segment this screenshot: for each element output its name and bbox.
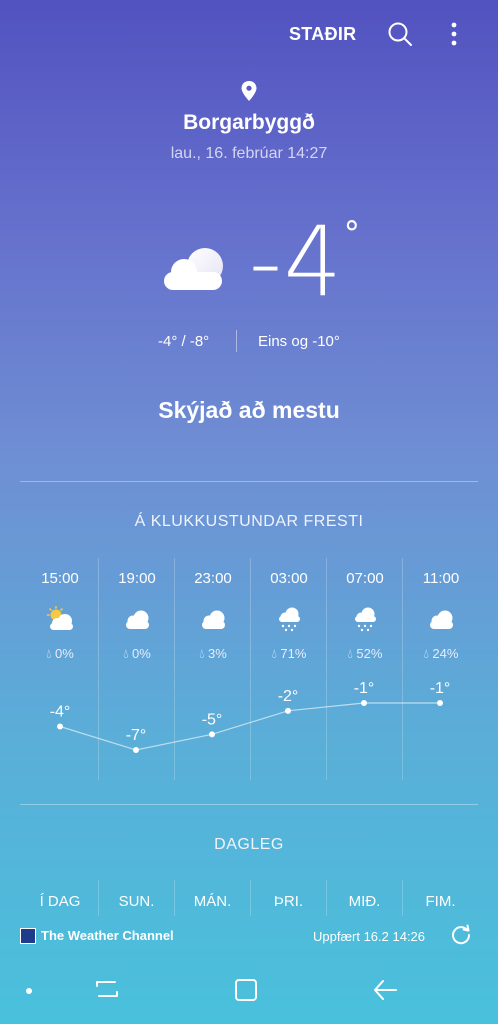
temperature-label: -5° — [202, 711, 223, 728]
cloud-icon — [164, 248, 223, 290]
day-item[interactable]: MÁN. — [174, 880, 250, 916]
cloud-icon — [430, 610, 453, 629]
temperature-label: -1° — [354, 680, 375, 697]
day-item[interactable]: SUN. — [98, 880, 174, 916]
more-vert-icon[interactable] — [444, 20, 464, 48]
hourly-time: 11:00 — [422, 570, 460, 587]
app-bar: STAÐIR — [0, 0, 498, 66]
nav-dot-icon[interactable] — [26, 988, 32, 994]
feels-like: Eins og -10° — [258, 333, 340, 350]
day-item[interactable]: MIÐ. — [326, 880, 402, 916]
temperature-point — [285, 707, 291, 714]
cloud-icon — [202, 610, 225, 629]
recent-apps-icon[interactable] — [94, 976, 120, 1002]
places-button[interactable]: STAÐIR — [289, 24, 356, 45]
hourly-title: Á KLUKKUSTUNDAR FRESTI — [134, 513, 364, 530]
temperature-label: -7° — [126, 727, 147, 744]
hourly-time: 07:00 — [346, 570, 384, 587]
temperature-point — [57, 723, 63, 730]
hourly-time: 03:00 — [270, 570, 308, 587]
weather-channel-logo[interactable] — [20, 928, 36, 944]
precip-chance: 💧︎ 0% — [46, 646, 74, 661]
precip-chance: 💧︎ 52% — [347, 646, 383, 661]
degree-symbol: ° — [343, 214, 362, 254]
daily-forecast[interactable]: Í DAG SUN. MÁN. ÞRI. MIÐ. FIM. — [22, 880, 476, 916]
temperature-label: -1° — [430, 680, 451, 697]
current-temp-value: -4 — [248, 206, 344, 318]
precip-value: 71% — [280, 646, 307, 661]
temperature-point — [437, 700, 443, 706]
hourly-time: 19:00 — [118, 570, 156, 587]
precip-chance: 💧︎ 71% — [271, 646, 307, 661]
divider — [20, 481, 478, 482]
precip-chance: 💧︎ 24% — [423, 646, 459, 661]
temperature-point — [133, 747, 139, 753]
temperature-line — [59, 702, 440, 751]
refresh-icon[interactable] — [450, 924, 472, 946]
hourly-temperature-graph: -4° -7° -5° -2° -1° -1° — [50, 680, 451, 753]
navigation-bar — [0, 956, 498, 1024]
temperature-label: -4° — [50, 704, 71, 721]
date-time: lau., 16. febrúar 14:27 — [170, 145, 328, 162]
back-icon[interactable] — [372, 978, 398, 1002]
current-temperature: -4° — [249, 214, 362, 310]
separator — [236, 330, 237, 352]
precip-value: 3% — [208, 646, 227, 661]
precip-value: 52% — [356, 646, 383, 661]
temperature-point — [361, 700, 367, 706]
partly-sunny-icon — [46, 606, 73, 630]
weather-condition: Skýjað að mestu — [158, 397, 340, 423]
temperature-point — [209, 731, 215, 738]
precip-chance: 💧︎ 3% — [199, 646, 227, 661]
precip-value: 24% — [432, 646, 459, 661]
location-name[interactable]: Borgarbyggð — [0, 111, 498, 135]
high-low-temps: -4° / -8° — [158, 333, 210, 350]
day-item[interactable]: Í DAG — [22, 880, 98, 916]
cloud-icon — [126, 610, 149, 629]
footer: The Weather Channel Uppfært 16.2 14:26 — [0, 920, 498, 956]
location-pin-icon — [241, 81, 257, 101]
snow-icon — [279, 607, 300, 632]
daily-title: DAGLEG — [214, 836, 284, 853]
divider — [20, 804, 478, 805]
hourly-time: 23:00 — [194, 570, 232, 587]
day-item[interactable]: ÞRI. — [250, 880, 326, 916]
hourly-time: 15:00 — [41, 570, 79, 587]
temperature-label: -2° — [278, 688, 299, 705]
updated-time: Uppfært 16.2 14:26 — [313, 929, 426, 944]
precip-value: 0% — [55, 646, 74, 661]
snow-icon — [355, 607, 376, 632]
search-icon[interactable] — [386, 20, 414, 48]
precip-value: 0% — [132, 646, 151, 661]
precip-chance: 💧︎ 0% — [123, 646, 151, 661]
home-icon[interactable] — [234, 978, 258, 1002]
day-item[interactable]: FIM. — [402, 880, 478, 916]
provider-name[interactable]: The Weather Channel — [41, 928, 174, 943]
